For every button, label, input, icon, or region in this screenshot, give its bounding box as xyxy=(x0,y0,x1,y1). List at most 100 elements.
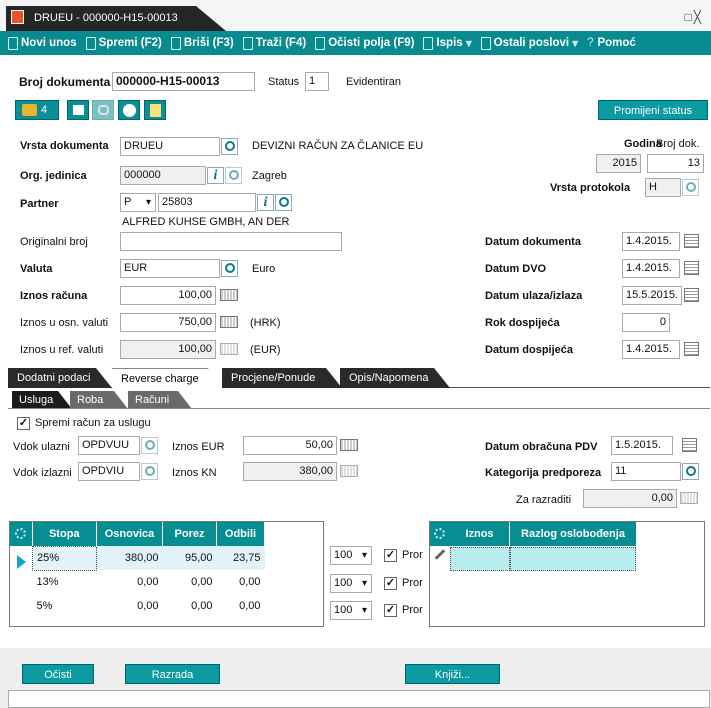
cell-deducted[interactable]: 0,00 xyxy=(217,570,265,594)
cell-base[interactable]: 0,00 xyxy=(97,570,163,594)
print-menu[interactable]: Ispis ▾ xyxy=(423,36,472,50)
org-info-icon[interactable]: i xyxy=(207,167,224,184)
vdok-out-field[interactable]: OPDVIU xyxy=(78,462,140,481)
tab-description[interactable]: Opis/Napomena xyxy=(340,368,450,388)
tab-estimates[interactable]: Procjene/Ponude xyxy=(222,368,342,388)
search-button[interactable]: Traži (F4) xyxy=(242,36,306,50)
doc-type-field[interactable]: DRUEU xyxy=(120,137,220,156)
calculator-icon[interactable] xyxy=(220,289,238,301)
col-rate[interactable]: Stopa xyxy=(32,522,97,546)
original-number-field[interactable] xyxy=(120,232,342,251)
proration-percent-select[interactable]: 100 xyxy=(330,574,372,593)
protocol-search-icon[interactable] xyxy=(682,179,699,196)
cell-deducted[interactable]: 0,00 xyxy=(217,594,265,618)
proration-checkbox[interactable]: ✓ xyxy=(384,577,397,590)
subtab-service[interactable]: Usluga xyxy=(12,391,72,409)
post-button[interactable]: Knjiži... xyxy=(405,664,500,684)
grid-settings-icon[interactable] xyxy=(430,522,450,546)
document-number-field[interactable]: 000000-H15-00013 xyxy=(112,72,255,91)
currency-search-icon[interactable] xyxy=(221,260,238,277)
to-allocate-field[interactable]: 0,00 xyxy=(583,489,677,508)
tax-category-search-icon[interactable] xyxy=(682,463,699,480)
base-amount-field[interactable]: 750,00 xyxy=(120,313,216,332)
window-controls[interactable]: □╳ xyxy=(685,10,703,24)
invoice-amount-field[interactable]: 100,00 xyxy=(120,286,216,305)
grid-settings-icon[interactable] xyxy=(10,522,32,546)
cell-deducted[interactable]: 23,75 xyxy=(217,546,265,570)
cell-tax[interactable]: 0,00 xyxy=(163,570,217,594)
cell-tax[interactable]: 95,00 xyxy=(163,546,217,570)
tab-reverse-charge[interactable]: Reverse charge xyxy=(112,368,224,388)
vdok-out-search-icon[interactable] xyxy=(141,463,158,480)
new-entry-button[interactable]: Novi unos xyxy=(8,36,77,50)
cell-tax[interactable]: 0,00 xyxy=(163,594,217,618)
clear-fields-button[interactable]: Očisti polja (F9) xyxy=(315,36,414,50)
proration-percent-select[interactable]: 100 xyxy=(330,601,372,620)
year-field[interactable]: 2015 xyxy=(596,154,641,173)
partner-info-icon[interactable]: i xyxy=(257,194,274,211)
tax-category-field[interactable]: 11 xyxy=(611,462,681,481)
currency-field[interactable]: EUR xyxy=(120,259,220,278)
clear-button[interactable]: Očisti xyxy=(22,664,94,684)
save-service-checkbox[interactable]: ✓ xyxy=(17,417,30,430)
calculator-icon[interactable] xyxy=(680,492,698,504)
doc-date-field[interactable]: 1.4.2015. xyxy=(622,232,680,251)
col-deducted[interactable]: Odbili xyxy=(216,522,265,546)
amount-eur-field[interactable]: 50,00 xyxy=(243,436,337,455)
partner-field[interactable]: 25803 xyxy=(158,193,256,212)
vdok-in-search-icon[interactable] xyxy=(141,437,158,454)
doc-number-field[interactable]: 13 xyxy=(647,154,704,173)
vdok-in-field[interactable]: OPDVUU xyxy=(78,436,140,455)
other-tasks-menu[interactable]: Ostali poslovi ▾ xyxy=(480,36,578,50)
col-base[interactable]: Osnovica xyxy=(96,522,163,546)
dollar-button[interactable] xyxy=(118,100,140,120)
delete-button[interactable]: Briši (F3) xyxy=(170,36,234,50)
link-button[interactable] xyxy=(92,100,114,120)
amount-kn-field[interactable]: 380,00 xyxy=(243,462,337,481)
table-row[interactable]: 13% 0,00 0,00 0,00 xyxy=(33,570,265,594)
calendar-icon[interactable] xyxy=(682,438,697,452)
ref-amount-field[interactable]: 100,00 xyxy=(120,340,216,359)
org-unit-field[interactable]: 000000 xyxy=(120,166,206,185)
partner-search-icon[interactable] xyxy=(275,194,292,211)
calculator-icon[interactable] xyxy=(340,439,358,451)
partner-type-select[interactable]: P xyxy=(120,193,156,212)
cell-base[interactable]: 0,00 xyxy=(97,594,163,618)
calendar-icon[interactable] xyxy=(684,342,699,356)
table-row[interactable]: 25% 380,00 95,00 23,75 xyxy=(32,545,265,571)
col-exemption-reason[interactable]: Razlog oslobođenja xyxy=(510,522,636,546)
vat-date-field[interactable]: 1.5.2015. xyxy=(611,436,673,455)
cell-rate[interactable]: 13% xyxy=(33,570,97,594)
proration-checkbox[interactable]: ✓ xyxy=(384,549,397,562)
amount-cell[interactable] xyxy=(450,547,510,571)
note-button[interactable] xyxy=(144,100,166,120)
subtab-invoices[interactable]: Računi xyxy=(128,391,192,409)
cell-rate[interactable]: 25% xyxy=(32,545,97,571)
status-code-field[interactable]: 1 xyxy=(305,72,329,91)
due-date-field[interactable]: 1.4.2015. xyxy=(622,340,680,359)
cell-base[interactable]: 380,00 xyxy=(97,546,163,570)
calendar-icon[interactable] xyxy=(684,234,699,248)
calendar-icon[interactable] xyxy=(684,261,699,275)
flag-button[interactable] xyxy=(67,100,89,120)
calculator-icon[interactable] xyxy=(220,343,238,355)
exemption-reason-cell[interactable] xyxy=(510,547,636,571)
proration-percent-select[interactable]: 100 xyxy=(330,546,372,565)
calculator-icon[interactable] xyxy=(340,465,358,477)
subtab-goods[interactable]: Roba xyxy=(70,391,128,409)
col-amount[interactable]: Iznos xyxy=(450,522,510,546)
calendar-icon[interactable] xyxy=(684,288,699,302)
help-button[interactable]: ? Pomoć xyxy=(587,37,636,49)
proration-checkbox[interactable]: ✓ xyxy=(384,604,397,617)
entry-date-field[interactable]: 15.5.2015. xyxy=(622,286,682,305)
allocation-button[interactable]: Razrada xyxy=(125,664,220,684)
calculator-icon[interactable] xyxy=(220,316,238,328)
attachments-button[interactable]: 4 xyxy=(15,100,59,120)
doc-type-search-icon[interactable] xyxy=(221,138,238,155)
table-row[interactable]: 5% 0,00 0,00 0,00 xyxy=(33,594,265,618)
dvo-date-field[interactable]: 1.4.2015. xyxy=(622,259,680,278)
protocol-field[interactable]: H xyxy=(645,178,681,197)
save-button[interactable]: Spremi (F2) xyxy=(85,36,162,50)
change-status-button[interactable]: Promijeni status xyxy=(598,100,708,120)
col-tax[interactable]: Porez xyxy=(162,522,217,546)
